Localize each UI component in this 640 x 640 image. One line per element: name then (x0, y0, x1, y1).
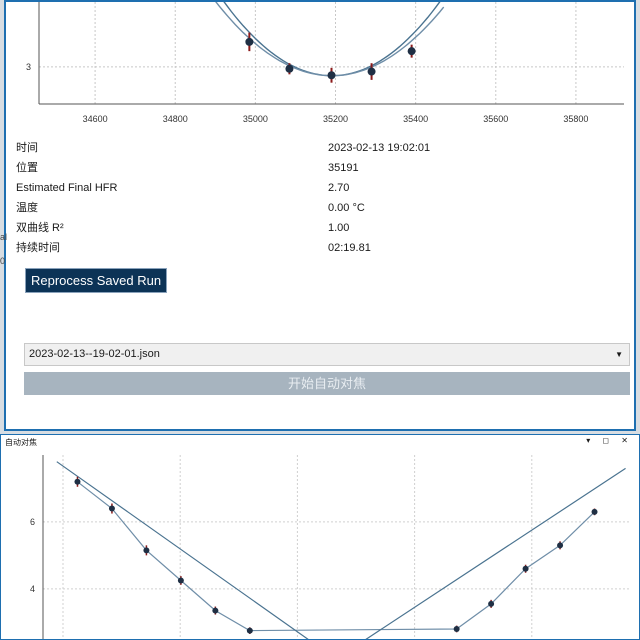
info-value: 1.00 (328, 222, 350, 234)
info-value: 2023-02-13 19:02:01 (328, 142, 431, 154)
data-point (488, 600, 495, 607)
clipped-side-text: 0 (0, 256, 6, 266)
info-label: 位置 (16, 162, 38, 174)
x-tick-label: 34800 (163, 114, 188, 124)
x-tick-label: 34600 (83, 114, 108, 124)
fit-line (77, 481, 595, 632)
info-label: 时间 (16, 142, 38, 154)
data-point (591, 508, 598, 515)
info-label: 双曲线 R² (16, 222, 64, 234)
y-tick-label: 6 (30, 517, 35, 527)
reprocess-saved-run-button[interactable]: Reprocess Saved Run (25, 268, 168, 293)
info-row-final-hfr: Estimated Final HFR 2.70 (16, 178, 616, 198)
data-point (177, 577, 184, 584)
saved-run-file-select[interactable]: 2023-02-13--19-02-01.json ▼ (24, 343, 630, 366)
data-point (522, 565, 529, 572)
start-autofocus-button[interactable]: 开始自动对焦 (24, 372, 630, 395)
x-tick-label: 35600 (483, 114, 508, 124)
clipped-side-text: al (0, 232, 8, 242)
y-tick-label: 4 (30, 584, 35, 594)
autofocus-chart-panel: 自动对焦 ▾ ◻ ✕ 64 (0, 434, 640, 640)
data-point (557, 542, 564, 549)
x-tick-label: 35400 (403, 114, 428, 124)
data-point (327, 71, 336, 80)
data-point (143, 547, 150, 554)
info-row-r-squared: 双曲线 R² 1.00 (16, 218, 616, 238)
data-point (453, 625, 460, 632)
x-tick-label: 35000 (243, 114, 268, 124)
data-point (212, 607, 219, 614)
info-value: 35191 (328, 162, 359, 174)
hfr-curve-chart: 34600 34800 35000 35200 35400 35600 35800 3 (26, 2, 624, 124)
data-point (407, 47, 416, 56)
info-value: 2.70 (328, 182, 350, 194)
info-label: Estimated Final HFR (16, 182, 118, 194)
data-point (285, 64, 294, 73)
autofocus-result-panel: 34600 34800 35000 35200 35400 35600 35800 3 时间 … (4, 0, 636, 431)
data-point (74, 478, 81, 485)
info-row-time: 时间 2023-02-13 19:02:01 (16, 138, 616, 158)
data-point (367, 67, 376, 76)
x-tick-label: 35800 (563, 114, 588, 124)
trend-line (56, 461, 626, 639)
selected-file-name: 2023-02-13--19-02-01.json (29, 348, 160, 360)
data-point (108, 505, 115, 512)
info-value: 02:19.81 (328, 242, 371, 254)
info-row-duration: 持续时间 02:19.81 (16, 238, 616, 258)
y-tick-label: 3 (26, 62, 31, 72)
info-value: 0.00 °C (328, 202, 365, 214)
info-label: 温度 (16, 202, 38, 214)
chevron-down-icon[interactable]: ▼ (615, 344, 623, 365)
x-tick-label: 35200 (323, 114, 348, 124)
info-label: 持续时间 (16, 242, 60, 254)
data-point (246, 627, 253, 634)
autofocus-curve-chart: 64 (30, 455, 629, 639)
info-row-temperature: 温度 0.00 °C (16, 198, 616, 218)
data-point (245, 37, 254, 46)
info-row-position: 位置 35191 (16, 158, 616, 178)
